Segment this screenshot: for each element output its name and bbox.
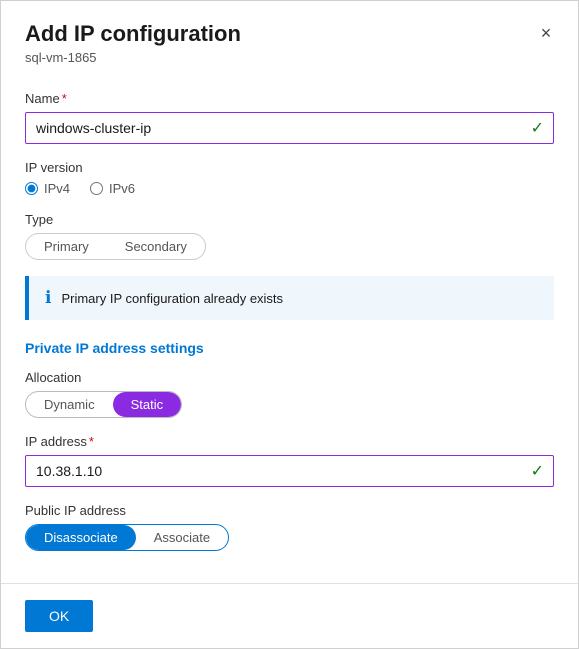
disassociate-button[interactable]: Disassociate <box>26 525 136 550</box>
type-label: Type <box>25 212 554 227</box>
ip-address-input-wrapper: ✓ <box>25 455 554 487</box>
info-banner: ℹ Primary IP configuration already exist… <box>25 276 554 320</box>
static-allocation-button[interactable]: Static <box>113 392 182 417</box>
dialog-body: Name* ✓ IP version IPv4 IPv6 <box>1 75 578 583</box>
info-message: Primary IP configuration already exists <box>61 291 283 306</box>
ipv6-radio[interactable] <box>90 182 103 195</box>
ip-address-label: IP address* <box>25 434 554 449</box>
type-toggle-group: Primary Secondary <box>25 233 206 260</box>
public-ip-field-group: Public IP address Disassociate Associate <box>25 503 554 551</box>
info-icon: ℹ <box>45 288 51 308</box>
ip-required-star: * <box>89 434 94 449</box>
allocation-field-group: Allocation Dynamic Static <box>25 370 554 418</box>
ipv4-radio[interactable] <box>25 182 38 195</box>
name-check-icon: ✓ <box>531 118 544 138</box>
dialog-subtitle: sql-vm-1865 <box>25 50 554 65</box>
primary-type-button[interactable]: Primary <box>26 234 107 259</box>
type-field-group: Type Primary Secondary <box>25 212 554 260</box>
private-ip-section-title: Private IP address settings <box>25 340 554 356</box>
dialog-title: Add IP configuration <box>25 21 554 47</box>
dynamic-allocation-button[interactable]: Dynamic <box>26 392 113 417</box>
ipv6-option[interactable]: IPv6 <box>90 181 135 196</box>
allocation-label: Allocation <box>25 370 554 385</box>
ip-version-label: IP version <box>25 160 554 175</box>
ip-check-icon: ✓ <box>531 461 544 481</box>
name-label: Name* <box>25 91 554 106</box>
ip-address-input[interactable] <box>25 455 554 487</box>
public-ip-toggle-group: Disassociate Associate <box>25 524 229 551</box>
name-required-star: * <box>62 91 67 106</box>
dialog-footer: OK <box>1 583 578 648</box>
close-button[interactable]: × <box>532 19 560 47</box>
dialog-header: Add IP configuration sql-vm-1865 × <box>1 1 578 75</box>
secondary-type-button[interactable]: Secondary <box>107 234 205 259</box>
associate-button[interactable]: Associate <box>136 525 228 550</box>
ip-version-field-group: IP version IPv4 IPv6 <box>25 160 554 196</box>
add-ip-config-dialog: Add IP configuration sql-vm-1865 × Name*… <box>0 0 579 649</box>
ipv4-option[interactable]: IPv4 <box>25 181 70 196</box>
name-input-wrapper: ✓ <box>25 112 554 144</box>
name-field-group: Name* ✓ <box>25 91 554 144</box>
ip-version-radio-group: IPv4 IPv6 <box>25 181 554 196</box>
ok-button[interactable]: OK <box>25 600 93 632</box>
ip-address-field-group: IP address* ✓ <box>25 434 554 487</box>
name-input[interactable] <box>25 112 554 144</box>
public-ip-label: Public IP address <box>25 503 554 518</box>
allocation-toggle-group: Dynamic Static <box>25 391 182 418</box>
